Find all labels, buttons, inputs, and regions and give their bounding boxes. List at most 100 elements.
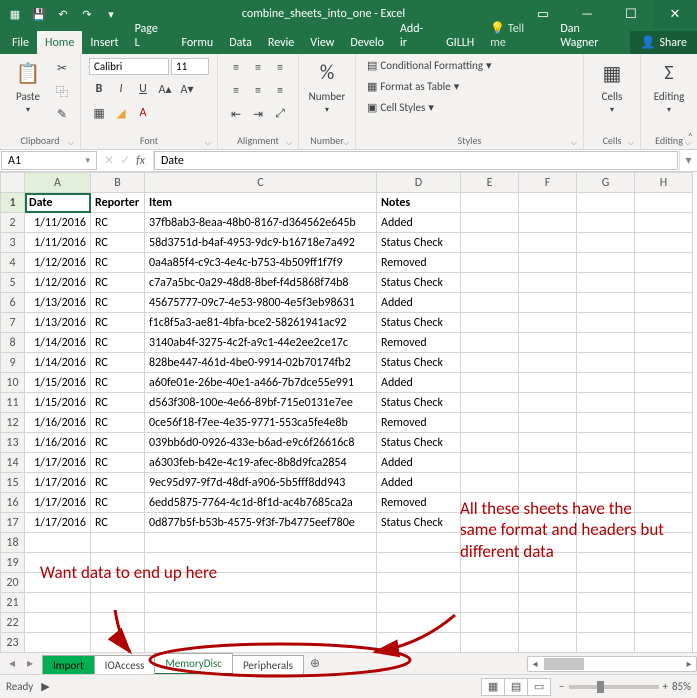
font-size-select[interactable] bbox=[171, 58, 209, 75]
cell[interactable] bbox=[577, 573, 635, 593]
cell[interactable]: 1/14/2016 bbox=[25, 333, 91, 353]
cell[interactable] bbox=[635, 613, 693, 633]
cell[interactable] bbox=[519, 273, 577, 293]
row-header-17[interactable]: 17 bbox=[1, 513, 25, 533]
cell[interactable] bbox=[635, 573, 693, 593]
cell[interactable] bbox=[519, 373, 577, 393]
cell[interactable] bbox=[635, 473, 693, 493]
cell[interactable]: Added bbox=[377, 453, 461, 473]
cell[interactable] bbox=[635, 193, 693, 213]
cell[interactable] bbox=[577, 193, 635, 213]
cell[interactable] bbox=[577, 633, 635, 653]
cell[interactable] bbox=[91, 613, 145, 633]
cell[interactable] bbox=[519, 233, 577, 253]
cell[interactable]: 6edd5875-7764-4c1d-8f1d-ac4b7685ca2a bbox=[145, 493, 377, 513]
cell[interactable] bbox=[461, 253, 519, 273]
cell[interactable]: 3140ab4f-3275-4c2f-a9c1-44e2ee2ce17c bbox=[145, 333, 377, 353]
view-pagelayout-icon[interactable]: ▤ bbox=[504, 678, 528, 696]
cell[interactable] bbox=[461, 613, 519, 633]
cell[interactable]: 9ec95d97-9f7d-48df-a906-5b5fff8dd943 bbox=[145, 473, 377, 493]
cell[interactable]: Added bbox=[377, 373, 461, 393]
format-painter-icon[interactable]: ✎ bbox=[52, 104, 72, 124]
collapse-ribbon-icon[interactable]: ˄ bbox=[688, 130, 693, 143]
cell[interactable] bbox=[577, 533, 635, 553]
cell[interactable] bbox=[461, 293, 519, 313]
cell[interactable] bbox=[577, 233, 635, 253]
cell[interactable]: RC bbox=[91, 313, 145, 333]
tab-review[interactable]: Revie bbox=[260, 31, 302, 54]
cell[interactable]: Status Check bbox=[377, 513, 461, 533]
cell[interactable] bbox=[461, 573, 519, 593]
cell[interactable] bbox=[25, 613, 91, 633]
scroll-left-icon[interactable]: ◂ bbox=[528, 657, 542, 670]
align-top-icon[interactable]: ≡ bbox=[226, 58, 246, 78]
cell[interactable] bbox=[577, 493, 635, 513]
sheet-nav-last-icon[interactable]: ▸ bbox=[22, 656, 38, 671]
font-shrink-icon[interactable]: A▾ bbox=[177, 79, 197, 99]
cell[interactable] bbox=[145, 573, 377, 593]
cell[interactable] bbox=[461, 233, 519, 253]
zoom-level[interactable]: 85% bbox=[672, 680, 691, 693]
row-header-8[interactable]: 8 bbox=[1, 333, 25, 353]
cell[interactable] bbox=[91, 633, 145, 653]
cell[interactable]: 45675777-09c7-4e53-9800-4e5f3eb98631 bbox=[145, 293, 377, 313]
cell-C1[interactable]: Item bbox=[145, 193, 377, 213]
cell[interactable] bbox=[635, 553, 693, 573]
col-header-F[interactable]: F bbox=[519, 173, 577, 193]
cell[interactable] bbox=[461, 493, 519, 513]
cell[interactable]: 1/17/2016 bbox=[25, 453, 91, 473]
decrease-indent-icon[interactable]: ⇤ bbox=[226, 104, 246, 124]
cell[interactable]: RC bbox=[91, 213, 145, 233]
cell[interactable]: 1/16/2016 bbox=[25, 433, 91, 453]
cell[interactable] bbox=[577, 553, 635, 573]
cell[interactable]: 1/12/2016 bbox=[25, 273, 91, 293]
cell[interactable] bbox=[519, 333, 577, 353]
italic-button[interactable]: I bbox=[111, 79, 131, 99]
cell[interactable] bbox=[635, 213, 693, 233]
cell[interactable] bbox=[461, 593, 519, 613]
row-header-6[interactable]: 6 bbox=[1, 293, 25, 313]
cell[interactable]: 1/13/2016 bbox=[25, 313, 91, 333]
cell[interactable]: a60fe01e-26be-40e1-a466-7b7dce55e991 bbox=[145, 373, 377, 393]
cell[interactable] bbox=[519, 553, 577, 573]
cell[interactable]: Status Check bbox=[377, 233, 461, 253]
tab-pagelayout[interactable]: Page L bbox=[127, 17, 174, 54]
cell[interactable]: 1/17/2016 bbox=[25, 493, 91, 513]
cancel-fx-icon[interactable]: ✕ bbox=[104, 153, 114, 168]
row-header-13[interactable]: 13 bbox=[1, 433, 25, 453]
cell[interactable] bbox=[377, 613, 461, 633]
tab-addins[interactable]: Add-ir bbox=[392, 17, 438, 54]
cell[interactable]: Added bbox=[377, 293, 461, 313]
fx-icon[interactable]: fx bbox=[136, 154, 145, 168]
row-header-10[interactable]: 10 bbox=[1, 373, 25, 393]
cell[interactable] bbox=[461, 193, 519, 213]
cell[interactable]: RC bbox=[91, 493, 145, 513]
tab-gillh[interactable]: GILLH bbox=[438, 31, 482, 54]
cell[interactable]: Removed bbox=[377, 493, 461, 513]
cell[interactable] bbox=[91, 553, 145, 573]
cell[interactable] bbox=[461, 313, 519, 333]
cell[interactable] bbox=[635, 413, 693, 433]
cell[interactable] bbox=[145, 533, 377, 553]
cell[interactable] bbox=[91, 533, 145, 553]
cell[interactable]: RC bbox=[91, 333, 145, 353]
tab-developer[interactable]: Develo bbox=[342, 31, 392, 54]
align-center-icon[interactable]: ≡ bbox=[248, 81, 268, 101]
sheet-tab-import[interactable]: Import bbox=[42, 655, 95, 675]
format-as-table-button[interactable]: ▦Format as Table ▾ bbox=[364, 79, 462, 94]
cell[interactable] bbox=[577, 393, 635, 413]
cell[interactable]: 0a4a85f4-c9c3-4e4c-b753-4b509ff1f7f9 bbox=[145, 253, 377, 273]
select-all-corner[interactable] bbox=[1, 173, 25, 193]
cell[interactable] bbox=[377, 533, 461, 553]
sheet-tab-peripherals[interactable]: Peripherals bbox=[232, 655, 304, 675]
row-header-5[interactable]: 5 bbox=[1, 273, 25, 293]
cell[interactable]: Status Check bbox=[377, 433, 461, 453]
cell-B1[interactable]: Reporter bbox=[91, 193, 145, 213]
cell[interactable]: Removed bbox=[377, 253, 461, 273]
cell[interactable] bbox=[519, 433, 577, 453]
cell[interactable]: RC bbox=[91, 513, 145, 533]
cell[interactable] bbox=[577, 353, 635, 373]
view-normal-icon[interactable]: ▦ bbox=[481, 678, 505, 696]
cell[interactable]: RC bbox=[91, 433, 145, 453]
cell[interactable] bbox=[577, 253, 635, 273]
